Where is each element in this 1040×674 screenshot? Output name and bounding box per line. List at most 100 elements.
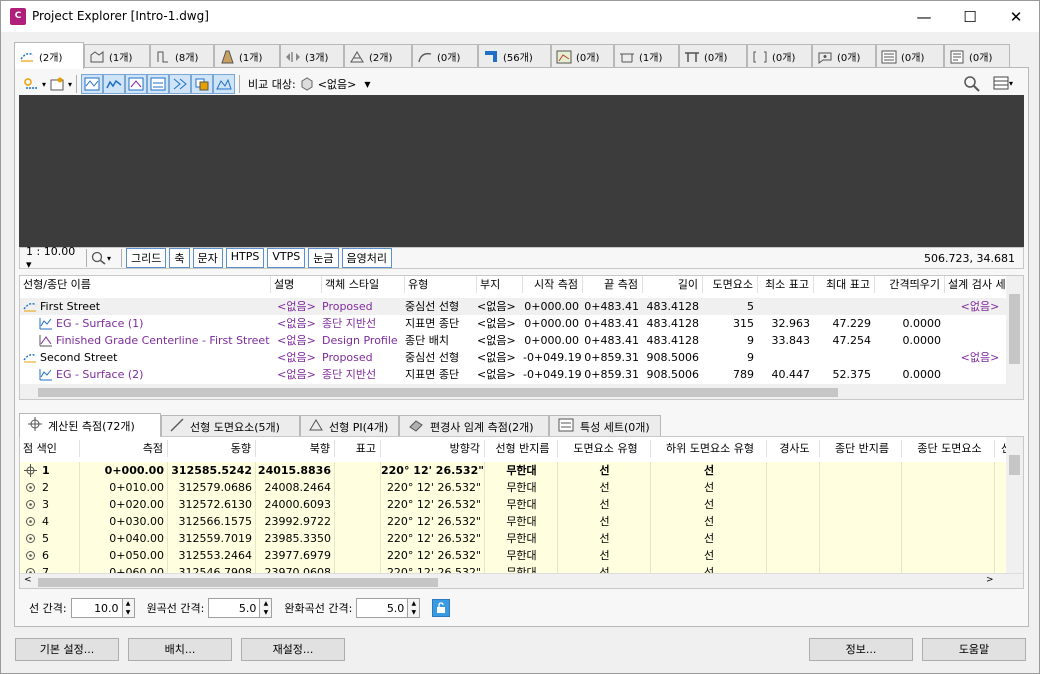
reset-button[interactable]: 재설정...: [241, 638, 345, 661]
cell-length: 908.5006: [646, 351, 700, 364]
vertical-scrollbar[interactable]: [1006, 437, 1023, 573]
cell-offset: 0.0000: [902, 317, 942, 330]
object-tab-section[interactable]: (3개): [280, 44, 344, 68]
spiral-spacing-stepper[interactable]: ▲▼: [356, 598, 421, 618]
object-tab-point[interactable]: (0개): [812, 44, 876, 68]
defaults-button[interactable]: 기본 설정...: [15, 638, 119, 661]
horizontal-scrollbar[interactable]: [20, 384, 1008, 399]
column-divider: [167, 547, 168, 564]
minimize-button[interactable]: —: [901, 1, 947, 32]
object-tab-sheet[interactable]: (0개): [944, 44, 1010, 68]
filter-offset-profiles-icon[interactable]: [147, 74, 170, 94]
cell-length: 483.4128: [646, 334, 700, 347]
column-divider: [819, 479, 820, 496]
filter-surface-profiles-icon[interactable]: [103, 74, 126, 94]
detail-tab[interactable]: 선형 도면요소(5개): [161, 415, 300, 437]
tab-count: (3개): [305, 53, 329, 64]
viewer-toggle[interactable]: 음영처리: [341, 248, 392, 268]
spinner-buttons[interactable]: ▲ ▼: [408, 598, 421, 618]
spiral-spacing-input[interactable]: [356, 598, 409, 618]
table-row[interactable]: EG - Surface (2) <없음> 종단 지반선 지표면 종단 <없음> -0+0…: [20, 366, 1010, 383]
cell-site: <없음>: [477, 368, 516, 381]
graphic-viewer[interactable]: [19, 95, 1024, 247]
table-row[interactable]: 3 0+020.00 312572.6130 24000.6093 220° 12' 2…: [20, 496, 1008, 513]
spinner-buttons[interactable]: ▲ ▼: [122, 598, 135, 618]
horizontal-scrollbar[interactable]: < >: [20, 573, 1023, 588]
object-tab-map[interactable]: (0개): [551, 44, 614, 68]
new-profile-icon[interactable]: [46, 74, 68, 94]
crosshair-icon: [28, 417, 42, 434]
object-tab-alignment[interactable]: (2개): [14, 42, 84, 69]
detail-tab[interactable]: 편경사 임계 측점(2개): [399, 415, 549, 437]
compare-dropdown[interactable]: <없음> ▼: [300, 76, 371, 92]
compare-value: <없음>: [317, 78, 357, 91]
viewer-toggle[interactable]: HTPS: [225, 248, 265, 268]
cell-station: 0+000.00: [104, 464, 164, 477]
cell-style: 종단 지반선: [322, 317, 377, 330]
table-row[interactable]: EG - Surface (1) <없음> 종단 지반선 지표면 종단 <없음> 0+00…: [20, 315, 1010, 332]
spinner-buttons[interactable]: ▲ ▼: [260, 598, 273, 618]
filter-3d-profiles-icon[interactable]: [213, 74, 236, 94]
zoom-search-icon[interactable]: [964, 76, 980, 95]
column-chooser-icon[interactable]: ▾: [993, 76, 1013, 90]
table-row[interactable]: Second Street <없음> Proposed 중심선 선형 <없음> -0+04…: [20, 349, 1010, 366]
curve-spacing-input[interactable]: [208, 598, 261, 618]
table-row[interactable]: 5 0+040.00 312559.7019 23985.3350 220° 12' 2…: [20, 530, 1008, 547]
cell-station: 0+010.00: [109, 481, 164, 494]
maximize-button[interactable]: ☐: [947, 1, 993, 32]
info-button[interactable]: 정보...: [809, 638, 913, 661]
object-tab-profile-view[interactable]: (8개): [150, 44, 214, 68]
curve-spacing-stepper[interactable]: ▲▼: [208, 598, 273, 618]
column-divider: [766, 496, 767, 513]
table-row[interactable]: 4 0+030.00 312566.1575 23992.9722 220° 12' 2…: [20, 513, 1008, 530]
tab-count: (0개): [437, 53, 461, 64]
line-spacing-stepper[interactable]: ▲▼: [70, 598, 135, 618]
viewer-toggle[interactable]: 그리드: [126, 248, 167, 268]
filter-superimposed-icon[interactable]: [191, 74, 214, 94]
zoom-magnifier-icon[interactable]: ▾: [91, 251, 111, 265]
vertical-scrollbar[interactable]: [1006, 276, 1023, 399]
column-header: 최소 표고: [758, 276, 814, 293]
detail-tab[interactable]: 특성 세트(0개): [549, 415, 661, 437]
viewer-toggle[interactable]: VTPS: [267, 248, 306, 268]
cell-length: 908.5006: [646, 368, 700, 381]
line-spacing-input[interactable]: [70, 598, 123, 618]
table-row[interactable]: Finished Grade Centerline - First Street…: [20, 332, 1010, 349]
cell-station: 0+050.00: [109, 549, 164, 562]
help-button[interactable]: 도움말: [922, 638, 1026, 661]
filter-corridor-profiles-icon[interactable]: [169, 74, 192, 94]
table-row[interactable]: 1 0+000.00 312585.5242 24015.8836 220° 12' 2…: [20, 462, 1008, 479]
table-row[interactable]: 6 0+050.00 312553.2464 23977.6979 220° 12' 2…: [20, 547, 1008, 564]
detail-tab[interactable]: 계산된 측점(72개): [19, 413, 161, 437]
object-tab-bridge[interactable]: (1개): [614, 44, 679, 68]
object-tab-feature-line[interactable]: (0개): [412, 44, 478, 68]
viewer-toggle[interactable]: 문자: [192, 248, 223, 268]
object-tab-road[interactable]: (1개): [214, 44, 280, 68]
object-tab-corridor[interactable]: (1개): [84, 44, 150, 68]
tab-count: (56개): [503, 53, 533, 64]
object-tab-pipe[interactable]: (56개): [478, 44, 551, 68]
object-tab-list[interactable]: (0개): [876, 44, 944, 68]
cell-idx: 1: [42, 464, 50, 477]
detail-tab[interactable]: 선형 PI(4개): [300, 415, 399, 437]
column-divider: [819, 462, 820, 479]
object-tab-surface[interactable]: (2개): [344, 44, 412, 68]
column-divider: [334, 462, 335, 479]
object-tab-bracket[interactable]: (0개): [747, 44, 812, 68]
object-tab-pier[interactable]: (0개): [679, 44, 747, 68]
table-row[interactable]: 2 0+010.00 312579.0686 24008.2464 220° 12' 2…: [20, 479, 1008, 496]
filter-layout-profiles-icon[interactable]: [125, 74, 148, 94]
table-row[interactable]: First Street <없음> Proposed 중심선 선형 <없음> 0+000.…: [20, 298, 1010, 315]
column-header: 선형 반지름: [485, 440, 558, 457]
scale-dropdown[interactable]: 1 : 10.00 ▾: [26, 245, 82, 271]
filter-alignments-icon[interactable]: [81, 74, 104, 94]
viewer-toggle[interactable]: 축: [169, 248, 190, 268]
unlock-icon[interactable]: [432, 599, 451, 617]
new-alignment-icon[interactable]: [20, 74, 42, 94]
cell-elev: [335, 513, 381, 530]
layout-button[interactable]: 배치...: [128, 638, 232, 661]
viewer-toggle[interactable]: 눈금: [308, 248, 339, 268]
dropdown-arrow-icon[interactable]: ▾: [68, 80, 72, 89]
close-button[interactable]: ✕: [993, 1, 1039, 32]
cell-idx: 2: [42, 481, 49, 494]
